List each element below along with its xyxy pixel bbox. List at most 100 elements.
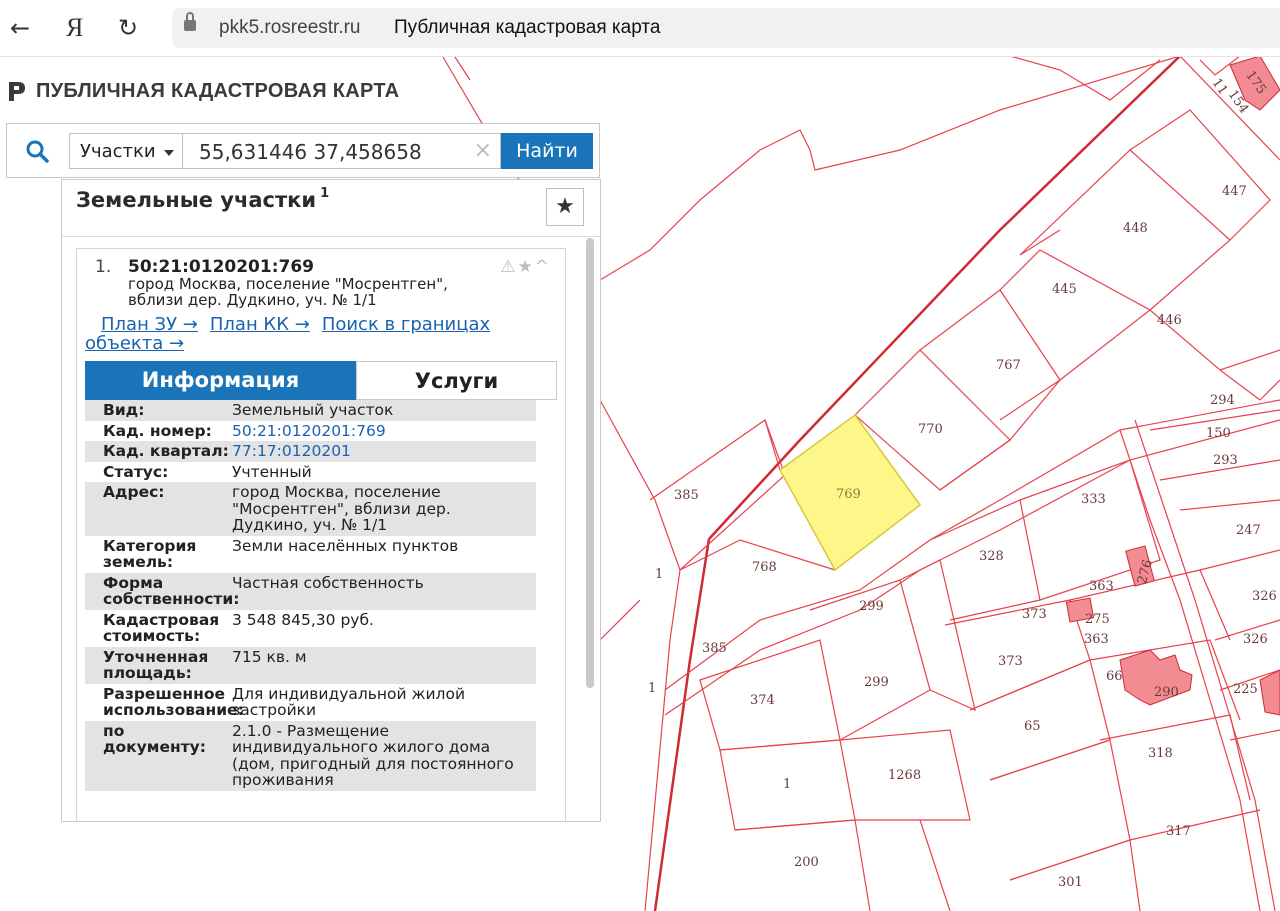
svg-text:150: 150 — [1206, 426, 1231, 441]
results-panel: Земельные участки 1 ★ 1. 50:21:0120201:76… — [61, 179, 601, 822]
svg-text:363: 363 — [1089, 579, 1114, 594]
info-value: Земельный участок — [232, 401, 394, 419]
address-domain: pkk5.rosreestr.ru — [219, 17, 361, 38]
svg-text:326: 326 — [1243, 632, 1268, 647]
svg-text:448: 448 — [1123, 221, 1148, 236]
svg-text:1: 1 — [783, 777, 791, 792]
info-value-link[interactable]: 77:17:0120201 — [232, 443, 536, 460]
svg-text:200: 200 — [794, 855, 819, 870]
info-key: Категория земель: — [103, 536, 197, 571]
back-arrow-icon[interactable]: ← — [10, 14, 30, 42]
info-row: Кадастровая стоимость: 3 548 845,30 руб. — [85, 610, 536, 647]
search-input[interactable]: 55,631446 37,458658 × — [183, 133, 501, 169]
rosreestr-logo-icon — [9, 82, 25, 101]
page-title: Публичная кадастровая карта — [394, 17, 661, 38]
info-row: Форма собственности: Частная собственност… — [85, 572, 536, 610]
info-key: Кад. квартал: — [103, 442, 229, 460]
svg-text:1: 1 — [648, 681, 656, 696]
info-row: Категория земель: Земли населённых пункто… — [85, 536, 536, 573]
svg-text:373: 373 — [1022, 607, 1047, 622]
svg-text:293: 293 — [1213, 453, 1238, 468]
svg-text:301: 301 — [1058, 875, 1083, 890]
caret-down-icon — [164, 150, 174, 156]
svg-text:326: 326 — [1252, 589, 1277, 604]
svg-text:65: 65 — [1024, 719, 1041, 734]
info-value: Земли населённых пунктов — [232, 536, 459, 555]
info-key: по документу: — [103, 721, 206, 756]
info-key: Статус: — [103, 462, 169, 481]
svg-text:447: 447 — [1222, 184, 1247, 199]
svg-text:770: 770 — [918, 422, 943, 437]
svg-text:769: 769 — [836, 487, 861, 502]
info-table: Вид: Земельный участок Кад. номер: 50:21:0… — [85, 400, 536, 791]
svg-text:328: 328 — [979, 549, 1004, 564]
plan-zu-link[interactable]: План ЗУ → — [101, 314, 198, 335]
info-key: Вид: — [103, 401, 145, 419]
info-value: 715 кв. м — [232, 647, 307, 666]
info-row: по документу: 2.1.0 - Размещение индивиду… — [85, 720, 536, 791]
favorites-button[interactable]: ★ — [546, 188, 584, 226]
browser-toolbar: ← Я ↻ pkk5.rosreestr.ru Публичная кадаст… — [0, 0, 1280, 57]
svg-text:767: 767 — [996, 358, 1021, 373]
info-row: Разрешенное использование: Для индивидуал… — [85, 684, 536, 721]
svg-text:446: 446 — [1157, 313, 1182, 328]
card-links: План ЗУ → План КК → Поиск в границах объек… — [85, 315, 555, 353]
card-actions-icons[interactable]: ⚠★^ — [500, 257, 551, 277]
result-card: 1. 50:21:0120201:769 ⚠★^ город Москва, п… — [76, 248, 566, 821]
svg-text:299: 299 — [859, 599, 884, 614]
results-title-text: Земельные участки — [76, 188, 317, 212]
results-title: Земельные участки 1 — [76, 186, 330, 212]
info-key: Адрес: — [103, 483, 165, 501]
search-type-dropdown[interactable]: Участки — [69, 133, 183, 169]
svg-text:374: 374 — [750, 693, 775, 708]
lock-icon — [184, 12, 196, 31]
results-count: 1 — [320, 186, 330, 201]
search-query-text: 55,631446 37,458658 — [199, 140, 422, 164]
info-value: 2.1.0 - Размещение индивидуального жилог… — [232, 721, 514, 789]
info-value: Учтенный — [232, 462, 312, 481]
info-key: Уточненная площадь: — [103, 647, 209, 682]
reload-icon[interactable]: ↻ — [118, 14, 138, 42]
tab-information[interactable]: Информация — [85, 361, 356, 400]
info-row: Вид: Земельный участок — [85, 400, 536, 421]
info-row: Уточненная площадь: 715 кв. м — [85, 646, 536, 684]
card-address: город Москва, поселение "Мосрентген", вб… — [128, 275, 448, 309]
info-key: Разрешенное использование: — [103, 684, 244, 719]
find-button[interactable]: Найти — [501, 133, 593, 169]
svg-text:385: 385 — [702, 641, 727, 656]
yandex-button[interactable]: Я — [66, 14, 83, 42]
svg-text:290: 290 — [1154, 685, 1179, 700]
svg-text:373: 373 — [998, 654, 1023, 669]
svg-text:247: 247 — [1236, 523, 1261, 538]
svg-text:66: 66 — [1106, 669, 1123, 684]
tab-services[interactable]: Услуги — [356, 361, 557, 400]
svg-text:1268: 1268 — [888, 768, 921, 783]
info-row: Адрес: город Москва, поселение "Мосрентге… — [85, 482, 536, 536]
info-key: Форма собственности: — [103, 573, 240, 608]
info-value: Частная собственность — [232, 573, 424, 592]
svg-text:445: 445 — [1052, 282, 1077, 297]
clear-icon[interactable]: × — [474, 138, 492, 163]
svg-text:333: 333 — [1081, 492, 1106, 507]
info-value-link[interactable]: 50:21:0120201:769 — [232, 422, 536, 440]
info-value: Для индивидуальной жилой застройки — [232, 684, 466, 719]
result-number: 1. — [95, 257, 112, 277]
info-value: 3 548 845,30 руб. — [232, 610, 374, 629]
svg-text:318: 318 — [1148, 746, 1173, 761]
svg-text:385: 385 — [674, 488, 699, 503]
plan-kk-link[interactable]: План КК → — [210, 314, 310, 335]
info-row: Кад. номер: 50:21:0120201:769 — [85, 421, 536, 442]
search-type-label: Участки — [80, 141, 156, 162]
app-header: ПУБЛИЧНАЯ КАДАСТРОВАЯ КАРТА — [6, 78, 399, 104]
svg-text:294: 294 — [1210, 393, 1235, 408]
svg-text:1: 1 — [655, 567, 663, 582]
search-icon[interactable] — [25, 139, 49, 163]
svg-text:275: 275 — [1085, 612, 1110, 627]
scrollbar[interactable] — [586, 238, 594, 688]
cadastral-number[interactable]: 50:21:0120201:769 — [128, 257, 314, 277]
svg-text:299: 299 — [864, 675, 889, 690]
address-bar[interactable]: pkk5.rosreestr.ru Публичная кадастровая … — [172, 8, 1280, 48]
info-row: Кад. квартал: 77:17:0120201 — [85, 441, 536, 462]
svg-text:768: 768 — [752, 560, 777, 575]
info-key: Кадастровая стоимость: — [103, 610, 220, 645]
